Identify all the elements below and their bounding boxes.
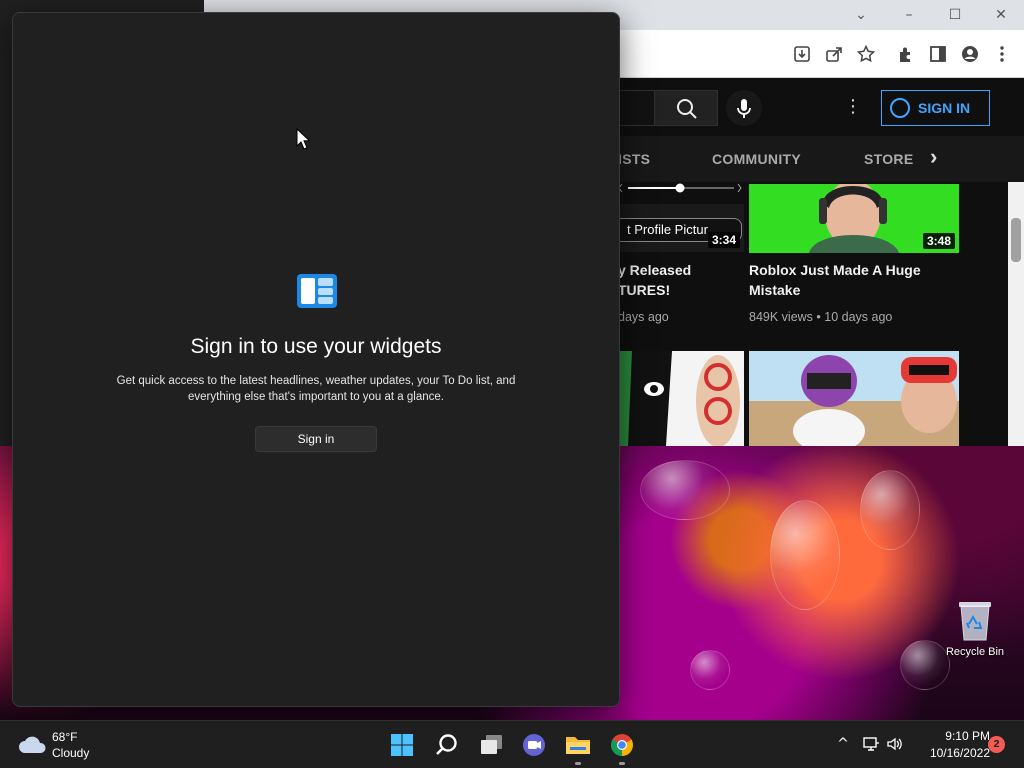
tab-store[interactable]: STORE bbox=[864, 151, 913, 167]
video-thumbnail[interactable] bbox=[749, 351, 959, 446]
running-indicator bbox=[619, 762, 625, 765]
chrome-menu-icon[interactable] bbox=[992, 44, 1012, 64]
clock-date[interactable]: 10/16/2022 bbox=[910, 746, 990, 760]
search-icon bbox=[677, 99, 697, 119]
video-title[interactable]: y Released TURES! bbox=[618, 260, 744, 300]
widgets-description: Get quick access to the latest headlines… bbox=[116, 375, 516, 403]
profile-icon[interactable] bbox=[960, 44, 980, 64]
video-title-line: Roblox Just Made A Huge bbox=[749, 262, 921, 278]
video-title-line: y Released bbox=[618, 262, 692, 278]
microphone-icon bbox=[737, 99, 751, 118]
recycle-bin-icon bbox=[959, 602, 991, 641]
video-title-line: TURES! bbox=[618, 282, 671, 298]
youtube-search-input[interactable] bbox=[614, 90, 654, 126]
video-meta: 849K views • 10 days ago bbox=[749, 310, 893, 324]
recycle-bin-label: Recycle Bin bbox=[945, 646, 1005, 658]
close-button[interactable]: ✕ bbox=[986, 4, 1016, 26]
volume-icon[interactable] bbox=[886, 735, 904, 753]
bookmark-star-icon[interactable] bbox=[856, 44, 876, 64]
share-icon[interactable] bbox=[824, 44, 844, 64]
running-indicator bbox=[575, 762, 581, 765]
recycle-bin-desktop-icon[interactable]: Recycle Bin bbox=[942, 596, 1008, 666]
video-meta: days ago bbox=[618, 310, 669, 324]
tabs-next-chevron-icon[interactable]: › bbox=[930, 144, 938, 170]
voice-search-button[interactable] bbox=[726, 90, 762, 126]
page-scrollbar[interactable] bbox=[1008, 182, 1024, 446]
tab-playlists[interactable]: ISTS bbox=[618, 151, 650, 167]
mouse-pointer-icon bbox=[296, 128, 310, 150]
extensions-icon[interactable] bbox=[896, 44, 916, 64]
thumbnail-art-graphic bbox=[749, 355, 959, 446]
chrome-button[interactable] bbox=[606, 729, 638, 765]
youtube-sign-in-button[interactable]: SIGN IN bbox=[881, 90, 990, 126]
settings-more-button[interactable]: ⋮ bbox=[844, 96, 862, 120]
weather-condition: Cloudy bbox=[52, 746, 90, 760]
network-icon[interactable] bbox=[862, 735, 880, 753]
wallpaper-bubble bbox=[770, 500, 840, 610]
notification-badge[interactable]: 2 bbox=[988, 736, 1005, 753]
side-panel-icon[interactable] bbox=[928, 44, 948, 64]
minimize-button[interactable]: – bbox=[894, 4, 924, 26]
video-title[interactable]: Roblox Just Made A Huge Mistake bbox=[749, 260, 959, 300]
weather-widget[interactable]: 68°F Cloudy bbox=[16, 729, 106, 761]
widgets-title: Sign in to use your widgets bbox=[190, 335, 442, 358]
thumbnail-art-graphic bbox=[618, 351, 740, 446]
youtube-sign-in-label: SIGN IN bbox=[918, 100, 971, 116]
video-duration: 3:34 bbox=[707, 232, 740, 248]
weather-temperature: 68°F bbox=[52, 730, 78, 744]
account-icon bbox=[890, 98, 910, 118]
youtube-search-button[interactable] bbox=[654, 90, 718, 126]
wallpaper-bubble bbox=[860, 470, 920, 550]
widgets-icon bbox=[297, 274, 337, 308]
cloud-icon bbox=[19, 736, 46, 753]
tab-community[interactable]: COMMUNITY bbox=[712, 151, 801, 167]
video-progress-slider[interactable] bbox=[618, 182, 744, 194]
teams-chat-icon[interactable] bbox=[518, 729, 550, 761]
show-hidden-icons-chevron-icon[interactable]: ^ bbox=[834, 735, 852, 753]
search-icon[interactable] bbox=[431, 729, 463, 761]
file-explorer-button[interactable] bbox=[562, 729, 594, 765]
wallpaper-bubble bbox=[640, 460, 730, 520]
video-thumbnail[interactable]: 3:48 bbox=[749, 184, 959, 253]
video-duration: 3:48 bbox=[922, 233, 955, 249]
install-app-icon[interactable] bbox=[792, 44, 812, 64]
wallpaper-bubble bbox=[690, 650, 730, 690]
task-view-icon[interactable] bbox=[476, 729, 508, 761]
chrome-icon bbox=[611, 734, 633, 756]
scrollbar-thumb[interactable] bbox=[1011, 218, 1021, 262]
taskbar: 68°F Cloudy ^ 9:10 PM 10/16/2022 2 bbox=[0, 720, 1024, 768]
windows-start-icon[interactable] bbox=[386, 729, 418, 761]
widgets-sign-in-button[interactable]: Sign in bbox=[255, 426, 377, 452]
maximize-button[interactable]: ☐ bbox=[940, 4, 970, 26]
video-thumbnail[interactable] bbox=[618, 351, 744, 446]
video-thumbnail[interactable]: t Profile Pictur 3:34 bbox=[618, 204, 744, 252]
file-explorer-icon bbox=[566, 737, 590, 754]
clock-time[interactable]: 9:10 PM bbox=[928, 729, 990, 743]
tab-search-button[interactable]: ⌄ bbox=[846, 4, 876, 26]
widgets-panel[interactable]: Sign in to use your widgets Get quick ac… bbox=[12, 12, 620, 707]
video-title-line: Mistake bbox=[749, 282, 801, 298]
